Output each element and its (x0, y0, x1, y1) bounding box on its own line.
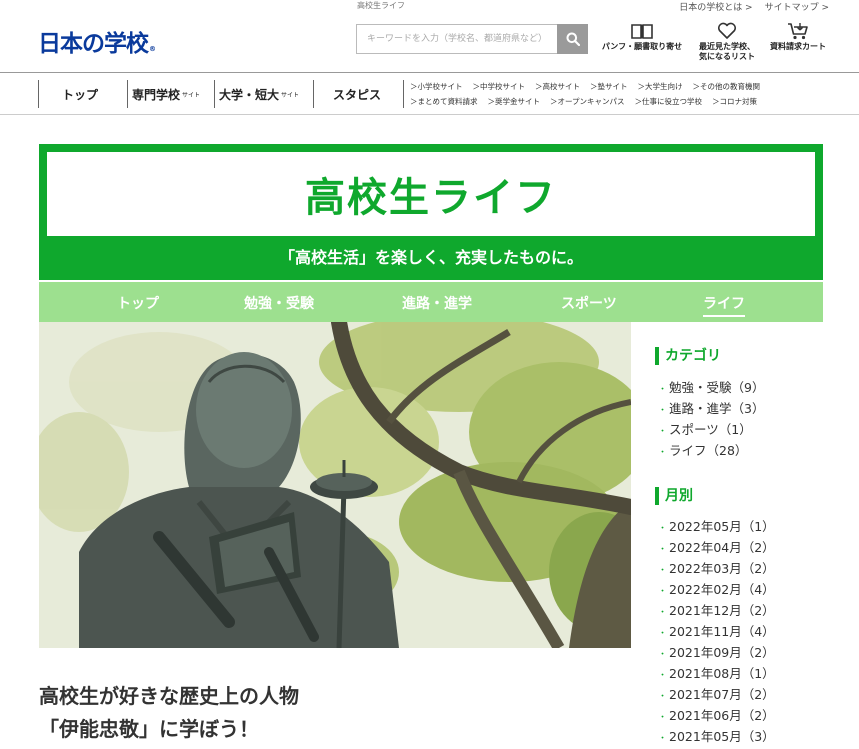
month-heading: 月別 (655, 487, 693, 505)
cart-label: 資料請求カート (770, 42, 826, 51)
search-icon (566, 32, 580, 46)
nav-divider (214, 80, 215, 108)
tab-top[interactable]: トップ (117, 293, 159, 313)
nav-divider (127, 80, 128, 108)
site-logo[interactable]: 日本の学校 ® (38, 24, 156, 58)
nav-vocational[interactable]: 専門学校 サイト (132, 82, 200, 106)
nav-sub-link[interactable]: ＞中学校サイト (473, 79, 526, 94)
cart-icon (788, 23, 808, 40)
search-input[interactable] (356, 24, 557, 54)
nav-sub-link[interactable]: ＞大学生向け (638, 79, 683, 94)
nav-sub-link[interactable]: ＞仕事に役立つ学校 (635, 94, 703, 109)
month-item[interactable]: 2021年08月（1） (658, 663, 775, 684)
nav-divider (403, 80, 404, 108)
logo-registered-mark: ® (149, 45, 156, 53)
nav-university[interactable]: 大学・短大 サイト (219, 82, 299, 106)
category-heading: カテゴリ (655, 347, 721, 365)
recent-list-button[interactable]: 最近見た学校、 気になるリスト (694, 22, 760, 63)
nav-sub-link[interactable]: ＞その他の教育機関 (693, 79, 761, 94)
month-item[interactable]: 2021年07月（2） (658, 684, 775, 705)
nav-divider (313, 80, 314, 108)
category-item[interactable]: ライフ（28） (658, 440, 764, 461)
heart-icon (717, 22, 737, 39)
nav-top[interactable]: トップ (62, 82, 98, 106)
nav-sub-link[interactable]: ＞奨学金サイト (488, 94, 541, 109)
book-icon (631, 24, 653, 39)
article-title-line2: 「伊能忠敬」に学ぼう！ (39, 717, 259, 741)
banner-title-box[interactable]: 高校生ライフ (47, 152, 815, 236)
search-button[interactable] (557, 24, 588, 54)
nav-university-label: 大学・短大 (219, 87, 280, 102)
statue-photo (39, 322, 631, 648)
search-bar (356, 24, 588, 54)
month-list: 2022年05月（1） 2022年04月（2） 2022年03月（2） 2022… (658, 516, 775, 747)
month-item[interactable]: 2021年05月（3） (658, 726, 775, 747)
page-banner: 高校生ライフ 「高校生活」を楽しく、充実したものに。 (39, 144, 823, 280)
site-header: 高校生ライフ 日本の学校とは > サイトマップ > 日本の学校 ® パンフ・願書… (0, 0, 859, 72)
about-link[interactable]: 日本の学校とは > (679, 0, 752, 13)
nav-sub-link[interactable]: ＞コロナ対策 (712, 94, 757, 109)
nav-divider (38, 80, 39, 108)
logo-text: 日本の学校 (38, 31, 149, 57)
nav-sub-link[interactable]: ＞オープンキャンパス (550, 94, 625, 109)
article-hero-image[interactable] (39, 322, 631, 648)
request-cart-button[interactable]: 資料請求カート (766, 22, 830, 52)
category-list: 勉強・受験（9） 進路・進学（3） スポーツ（1） ライフ（28） (658, 377, 764, 461)
month-item[interactable]: 2022年02月（4） (658, 579, 775, 600)
nav-sub-link[interactable]: ＞小学校サイト (410, 79, 463, 94)
article-title-line1: 高校生が好きな歴史上の人物 (39, 684, 299, 708)
article-title[interactable]: 高校生が好きな歴史上の人物 「伊能忠敬」に学ぼう！ (39, 680, 599, 746)
banner-subtitle: 「高校生活」を楽しく、充実したものに。 (278, 248, 583, 267)
month-item[interactable]: 2021年09月（2） (658, 642, 775, 663)
category-item[interactable]: 勉強・受験（9） (658, 377, 764, 398)
category-item[interactable]: 進路・進学（3） (658, 398, 764, 419)
month-item[interactable]: 2022年03月（2） (658, 558, 775, 579)
tab-study[interactable]: 勉強・受験 (244, 293, 314, 313)
nav-top-label: トップ (62, 87, 99, 102)
global-nav: トップ 専門学校 サイト 大学・短大 サイト スタピス ＞小学校サイト ＞中学校… (0, 73, 859, 115)
nav-stapis[interactable]: スタピス (333, 82, 381, 106)
banner-title: 高校生ライフ (305, 175, 557, 221)
nav-vocational-label: 専門学校 (132, 87, 181, 102)
sitemap-link[interactable]: サイトマップ > (765, 0, 829, 13)
category-item[interactable]: スポーツ（1） (658, 419, 764, 440)
header-top-links: 日本の学校とは > サイトマップ > (679, 0, 829, 13)
month-item[interactable]: 2022年05月（1） (658, 516, 775, 537)
nav-sub-link[interactable]: ＞まとめて資料請求 (410, 94, 478, 109)
nav-vocational-suffix: サイト (182, 91, 201, 99)
recent-label-1: 最近見た学校、 (699, 42, 755, 51)
tab-life[interactable]: ライフ (703, 293, 745, 317)
recent-label-2: 気になるリスト (699, 52, 755, 62)
nav-sub-link[interactable]: ＞高校サイト (535, 79, 580, 94)
nav-university-suffix: サイト (281, 91, 300, 99)
tab-sports[interactable]: スポーツ (561, 293, 617, 313)
month-item[interactable]: 2022年04月（2） (658, 537, 775, 558)
header-tagline: 高校生ライフ (357, 1, 405, 10)
pamphlet-request-button[interactable]: パンフ・願書取り寄せ (600, 22, 684, 52)
category-nav: トップ 勉強・受験 進路・進学 スポーツ ライフ (39, 282, 823, 322)
nav-sub-link[interactable]: ＞塾サイト (590, 79, 628, 94)
month-item[interactable]: 2021年12月（2） (658, 600, 775, 621)
nav-stapis-label: スタピス (333, 87, 382, 102)
month-item[interactable]: 2021年11月（4） (658, 621, 775, 642)
pamphlet-label: パンフ・願書取り寄せ (601, 42, 683, 51)
tab-career[interactable]: 進路・進学 (402, 293, 472, 313)
nav-sub-links: ＞小学校サイト ＞中学校サイト ＞高校サイト ＞塾サイト ＞大学生向け ＞その他… (410, 79, 760, 109)
month-item[interactable]: 2021年06月（2） (658, 705, 775, 726)
